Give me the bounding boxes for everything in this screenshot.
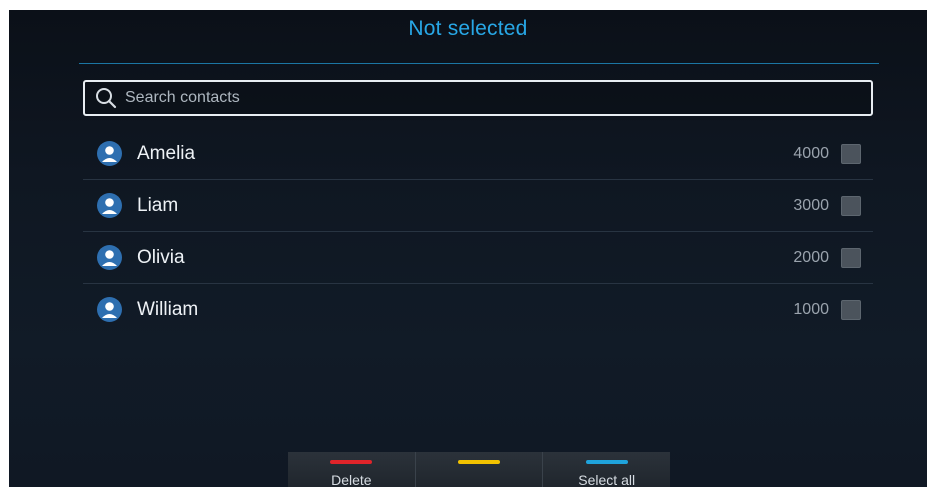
contact-name: William	[137, 298, 199, 320]
contact-number: 4000	[793, 144, 829, 162]
contact-row-liam[interactable]: Liam 3000	[83, 180, 873, 232]
contact-checkbox[interactable]	[841, 299, 861, 320]
contact-checkbox[interactable]	[841, 247, 861, 268]
avatar-icon	[97, 245, 122, 270]
search-icon	[93, 85, 119, 111]
page-title: Not selected	[408, 17, 528, 40]
search-input[interactable]	[119, 82, 871, 114]
contact-number: 1000	[793, 300, 829, 318]
blue-key-indicator	[585, 460, 628, 464]
contact-name: Amelia	[137, 142, 196, 164]
contact-name: Liam	[137, 194, 179, 216]
contact-checkbox[interactable]	[841, 195, 861, 216]
title-divider	[79, 63, 879, 64]
yellow-key-indicator	[458, 460, 500, 464]
contacts-screen: Not selected Amelia 4000	[9, 10, 927, 487]
softkey-label: Select all	[578, 472, 636, 487]
avatar-icon	[97, 297, 122, 322]
select-all-softkey[interactable]: Select all	[543, 452, 671, 487]
yellow-softkey[interactable]	[415, 452, 544, 487]
contact-row-amelia[interactable]: Amelia 4000	[83, 128, 873, 180]
avatar-icon	[97, 141, 122, 166]
contact-number: 3000	[793, 196, 829, 214]
softkey-label: Delete	[331, 472, 372, 487]
contact-row-william[interactable]: William 1000	[83, 284, 873, 335]
avatar-icon	[97, 193, 122, 218]
contact-list: Amelia 4000 Liam 3000 Olivia 2000 Willia…	[83, 128, 873, 335]
search-box[interactable]	[83, 80, 873, 116]
red-key-indicator	[330, 460, 373, 464]
contact-number: 2000	[793, 248, 829, 266]
contact-row-olivia[interactable]: Olivia 2000	[83, 232, 873, 284]
softkey-bar: Delete Select all	[288, 452, 671, 487]
delete-softkey[interactable]: Delete	[288, 452, 416, 487]
contact-name: Olivia	[137, 246, 185, 268]
contact-checkbox[interactable]	[841, 143, 861, 164]
